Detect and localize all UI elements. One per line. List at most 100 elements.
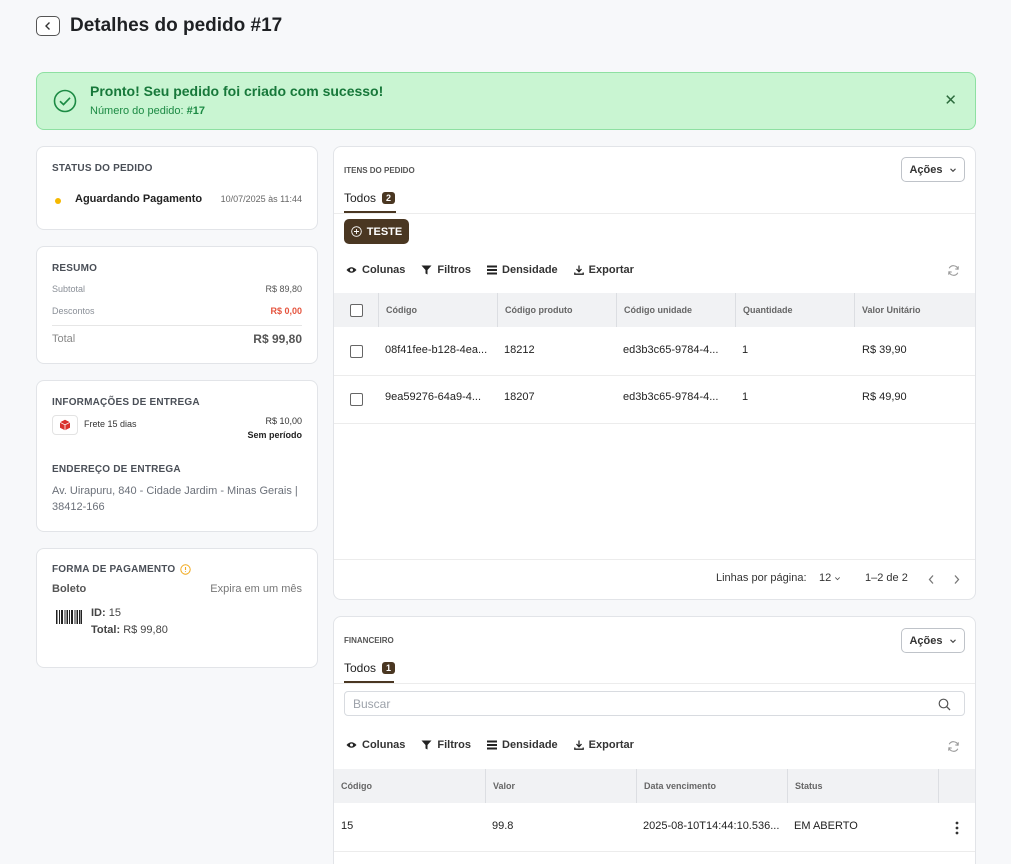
back-button[interactable] — [36, 16, 60, 36]
payment-total-value: R$ 99,80 — [123, 624, 168, 636]
divider — [334, 851, 975, 852]
tab-all[interactable]: Todos 2 — [344, 191, 396, 205]
rows-per-page-label: Linhas por página: — [716, 572, 807, 584]
chevron-left-icon[interactable] — [927, 574, 936, 585]
column-header[interactable]: Valor Unitário — [854, 293, 975, 327]
total-label: Total — [52, 333, 76, 345]
alert-order-number: Número do pedido: #17 — [90, 105, 205, 117]
column-header[interactable]: Status — [787, 769, 938, 803]
items-actions-button[interactable]: Ações — [901, 157, 965, 182]
address-line-1: Av. Uirapuru, 840 - Cidade Jardim - Mina… — [52, 485, 298, 497]
download-icon — [573, 740, 584, 750]
density-icon — [487, 740, 498, 750]
payment-heading: FORMA DE PAGAMENTO — [52, 564, 176, 575]
shipping-method: Frete 15 dias — [84, 419, 137, 429]
address-text: Av. Uirapuru, 840 - Cidade Jardim - Mina… — [52, 483, 298, 515]
financial-heading: FINANCEIRO — [344, 636, 394, 645]
column-header[interactable]: Código — [334, 769, 485, 803]
column-header[interactable]: Quantidade — [735, 293, 854, 327]
filters-label: Filtros — [437, 264, 472, 276]
column-header[interactable]: Código unidade — [616, 293, 735, 327]
export-label: Exportar — [588, 264, 634, 276]
tab-count-badge: 1 — [382, 662, 396, 674]
payment-id: ID: 15 — [91, 607, 121, 619]
table-row[interactable]: 9ea59276-64a9-4... 18207 ed3b3c65-9784-4… — [334, 375, 975, 423]
cell-unit-price: R$ 49,90 — [862, 391, 907, 403]
column-header[interactable]: Data vencimento — [636, 769, 787, 803]
cell-product-code: 18212 — [504, 344, 535, 356]
alert-title: Pronto! Seu pedido foi criado com sucess… — [90, 83, 384, 99]
download-icon — [573, 265, 584, 275]
columns-button[interactable]: Colunas — [346, 739, 405, 751]
rows-per-page-select[interactable]: 12 — [819, 572, 841, 584]
total-value: R$ 99,80 — [253, 332, 302, 346]
payment-id-value: 15 — [108, 607, 121, 619]
table-row[interactable]: 08f41fee-b128-4ea... 18212 ed3b3c65-9784… — [334, 327, 975, 375]
status-datetime: 10/07/2025 às 11:44 — [220, 194, 302, 204]
density-button[interactable]: Densidade — [487, 264, 558, 276]
filters-button[interactable]: Filtros — [421, 739, 471, 751]
items-toolbar: Colunas Filtros Densidade Exportar — [346, 264, 634, 276]
divider — [52, 325, 302, 326]
payment-expiry: Expira em um mês — [210, 583, 302, 595]
order-items-card: ITENS DO PEDIDO Ações Todos 2 TESTE Colu… — [333, 146, 976, 600]
financial-actions-button[interactable]: Ações — [901, 628, 965, 653]
barcode-icon — [56, 610, 82, 624]
pagination-range: 1–2 de 2 — [865, 572, 908, 584]
filter-icon — [421, 740, 432, 750]
payment-method: Boleto — [52, 583, 87, 595]
address-heading: ENDEREÇO DE ENTREGA — [52, 464, 181, 475]
refresh-icon[interactable] — [947, 740, 960, 753]
export-button[interactable]: Exportar — [573, 264, 634, 276]
table-row[interactable]: 15 99.8 2025-08-10T14:44:10.536... EM AB… — [334, 803, 975, 851]
tab-count-badge: 2 — [382, 192, 396, 204]
row-checkbox[interactable] — [350, 393, 363, 406]
cell-quantity: 1 — [742, 391, 749, 403]
order-status-card: STATUS DO PEDIDO Aguardando Pagamento 10… — [36, 146, 318, 230]
subtotal-label: Subtotal — [52, 284, 86, 294]
cell-code: 08f41fee-b128-4ea... — [385, 344, 488, 356]
search-input[interactable]: Buscar — [344, 691, 965, 716]
chevron-right-icon[interactable] — [952, 574, 961, 585]
cell-unit-code: ed3b3c65-9784-4... — [623, 391, 719, 403]
search-icon[interactable] — [938, 698, 951, 711]
financial-card: FINANCEIRO Ações Todos 1 Buscar Colunas … — [333, 616, 976, 864]
column-header[interactable]: Código — [378, 293, 497, 327]
discount-value: R$ 0,00 — [270, 306, 302, 316]
chevron-down-icon — [949, 167, 956, 172]
cell-quantity: 1 — [742, 344, 749, 356]
columns-button[interactable]: Colunas — [346, 264, 405, 276]
export-button[interactable]: Exportar — [573, 739, 634, 751]
alert-order-label: Número do pedido: — [90, 105, 184, 117]
status-heading: STATUS DO PEDIDO — [52, 163, 153, 174]
column-header[interactable]: Código produto — [497, 293, 616, 327]
tab-all[interactable]: Todos 1 — [344, 661, 396, 675]
chevron-left-icon — [45, 22, 50, 30]
status-dot-icon — [55, 198, 61, 204]
teste-button[interactable]: TESTE — [344, 219, 409, 244]
chevron-down-icon — [949, 638, 956, 643]
cell-status: EM ABERTO — [794, 820, 858, 832]
column-header[interactable]: Valor — [485, 769, 636, 803]
filters-button[interactable]: Filtros — [421, 264, 471, 276]
cell-value: 99.8 — [492, 820, 514, 832]
subtotal-value: R$ 89,80 — [265, 284, 302, 294]
cell-code: 9ea59276-64a9-4... — [385, 391, 482, 403]
refresh-icon[interactable] — [947, 264, 960, 277]
payment-id-label: ID: — [91, 607, 106, 619]
shipping-box-icon — [52, 415, 78, 435]
payment-total: Total: R$ 99,80 — [91, 624, 168, 636]
check-circle-icon — [53, 89, 77, 113]
cell-code: 15 — [341, 820, 354, 832]
more-vertical-icon[interactable] — [955, 821, 959, 835]
export-label: Exportar — [588, 739, 634, 751]
row-checkbox[interactable] — [350, 345, 363, 358]
density-button[interactable]: Densidade — [487, 739, 558, 751]
select-all-checkbox[interactable] — [350, 304, 363, 317]
close-icon[interactable]: ✕ — [944, 93, 957, 108]
actions-label: Ações — [909, 163, 943, 176]
cell-due-date: 2025-08-10T14:44:10.536... — [643, 820, 780, 832]
info-icon[interactable] — [180, 564, 192, 575]
chevron-down-icon — [835, 576, 841, 580]
financial-table-header: Código Valor Data vencimento Status — [334, 769, 975, 803]
